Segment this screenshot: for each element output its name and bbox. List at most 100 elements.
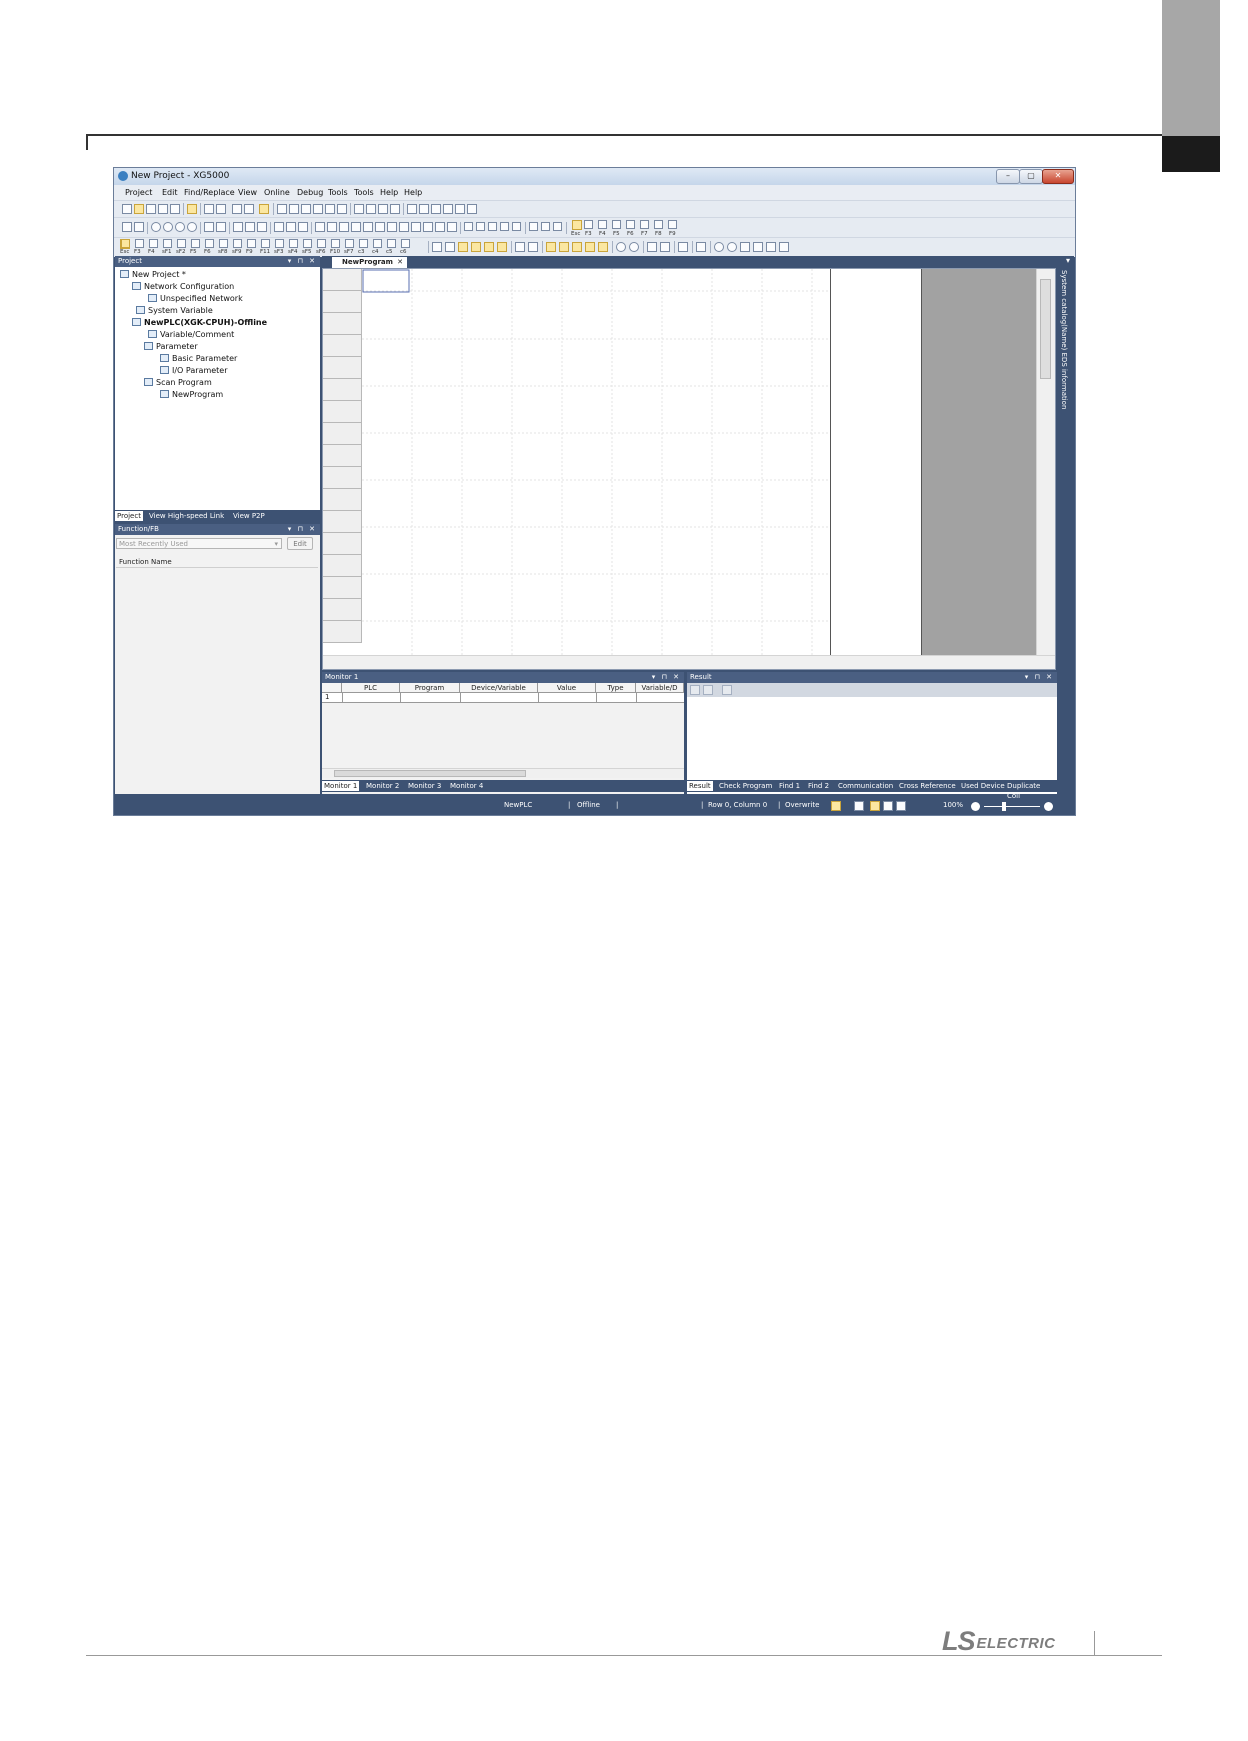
ladder-element-icon[interactable] <box>121 239 130 248</box>
ladder-element-icon[interactable] <box>317 239 326 248</box>
network-tree-icon[interactable] <box>378 204 388 214</box>
online-edit-3-icon[interactable] <box>484 242 494 252</box>
unmark-icon[interactable] <box>660 242 670 252</box>
block-icon[interactable] <box>464 222 473 231</box>
ladder-element-icon[interactable] <box>247 239 256 248</box>
ladder-element-icon[interactable] <box>163 239 172 248</box>
ladder-element-icon[interactable] <box>261 239 270 248</box>
tree-item-unspecified-network[interactable]: Unspecified Network <box>148 294 243 303</box>
column-header[interactable]: Value <box>538 683 596 693</box>
horizontal-scrollbar[interactable] <box>323 655 1055 669</box>
target-icon[interactable] <box>714 242 724 252</box>
folder-icon[interactable] <box>187 204 197 214</box>
block-4-icon[interactable] <box>500 222 509 231</box>
menu-find-replace[interactable]: Find/Replace <box>184 188 235 197</box>
row-header-cell[interactable] <box>323 291 362 313</box>
panel-pin-close-icons[interactable]: ▾ ⊓ ✕ <box>288 256 317 267</box>
online-edit-icon[interactable] <box>458 242 468 252</box>
row-header-cell[interactable] <box>323 401 362 423</box>
network-tool-icon[interactable] <box>390 204 400 214</box>
window-2-icon[interactable] <box>528 242 538 252</box>
redo-icon[interactable] <box>289 204 299 214</box>
maximize-button[interactable]: ▢ <box>1019 169 1043 184</box>
menu-view[interactable]: View <box>238 188 257 197</box>
menu-tools-2[interactable]: Tools <box>354 188 374 197</box>
row-header-cell[interactable] <box>323 335 362 357</box>
select-mode-icon[interactable] <box>572 220 582 230</box>
contact-no-icon[interactable] <box>584 220 593 229</box>
row-header-cell[interactable] <box>323 357 362 379</box>
ladder-element-icon[interactable] <box>233 239 242 248</box>
menu-help[interactable]: Help <box>380 188 398 197</box>
view-device-icon[interactable] <box>339 222 349 232</box>
zoom-slider-track[interactable] <box>984 806 1040 807</box>
tab-cross-reference[interactable]: Cross Reference <box>897 781 958 791</box>
tree-item-scan-program[interactable]: Scan Program <box>144 378 212 387</box>
find-next-icon[interactable] <box>419 204 429 214</box>
row-header-cell[interactable] <box>323 511 362 533</box>
undo-icon[interactable] <box>277 204 287 214</box>
copy-icon[interactable] <box>313 204 323 214</box>
ladder-element-icon[interactable] <box>135 239 144 248</box>
tab-monitor-4[interactable]: Monitor 4 <box>448 781 485 791</box>
error-check-icon[interactable] <box>696 242 706 252</box>
tree-item-project[interactable]: New Project * <box>120 270 186 279</box>
ladder-element-icon[interactable] <box>387 239 396 248</box>
block-2-icon[interactable] <box>476 222 485 231</box>
ladder-element-icon[interactable] <box>373 239 382 248</box>
mode-5-icon[interactable] <box>598 242 608 252</box>
view-memo-icon[interactable] <box>375 222 385 232</box>
goto-icon[interactable] <box>467 204 477 214</box>
bracket-3-icon[interactable] <box>553 222 562 231</box>
ladder-element-icon[interactable] <box>191 239 200 248</box>
ladder-element-icon[interactable] <box>177 239 186 248</box>
row-header-cell[interactable] <box>323 379 362 401</box>
ladder-element-icon[interactable] <box>205 239 214 248</box>
write-plc-icon[interactable] <box>216 222 226 232</box>
tab-check-program[interactable]: Check Program <box>717 781 774 791</box>
monitor-icon[interactable] <box>232 204 242 214</box>
tab-monitor-2[interactable]: Monitor 2 <box>364 781 401 791</box>
row-header-cell[interactable] <box>323 621 362 643</box>
replace-icon[interactable] <box>431 204 441 214</box>
tree-item-io-parameter[interactable]: I/O Parameter <box>160 366 228 375</box>
print-setup-icon[interactable] <box>216 204 226 214</box>
run-icon[interactable] <box>151 222 161 232</box>
online-edit-2-icon[interactable] <box>471 242 481 252</box>
stop-icon[interactable] <box>163 222 173 232</box>
minimize-button[interactable]: – <box>996 169 1020 184</box>
new-file-icon[interactable] <box>122 204 132 214</box>
house-icon[interactable] <box>740 242 750 252</box>
view-table-icon[interactable] <box>435 222 445 232</box>
view-print-icon[interactable] <box>447 222 457 232</box>
ladder-element-icon[interactable] <box>331 239 340 248</box>
mark-icon[interactable] <box>647 242 657 252</box>
reverse-coil-icon[interactable] <box>654 220 663 229</box>
window-icon[interactable] <box>515 242 525 252</box>
status-view-4-icon[interactable] <box>896 801 906 811</box>
tree-item-basic-parameter[interactable]: Basic Parameter <box>160 354 237 363</box>
column-header[interactable]: PLC <box>342 683 400 693</box>
zoom-slider-thumb[interactable] <box>1002 802 1006 811</box>
find-variable-icon[interactable] <box>455 204 465 214</box>
view-ladder-icon[interactable] <box>315 222 325 232</box>
variable-icon[interactable] <box>286 222 296 232</box>
row-header-cell[interactable] <box>323 269 362 291</box>
mode-icon[interactable] <box>546 242 556 252</box>
compile-icon[interactable] <box>678 242 688 252</box>
result-copy-icon[interactable] <box>690 685 700 695</box>
function-filter-dropdown[interactable]: Most Recently Used ▾ <box>116 538 282 549</box>
paste-icon[interactable] <box>325 204 335 214</box>
status-view-2-icon[interactable] <box>870 801 880 811</box>
menu-tools[interactable]: Tools <box>328 188 348 197</box>
view-il-icon[interactable] <box>327 222 337 232</box>
read-plc-icon[interactable] <box>204 222 214 232</box>
view-label-icon[interactable] <box>363 222 373 232</box>
view-chart-icon[interactable] <box>423 222 433 232</box>
line-edit-icon[interactable] <box>432 242 442 252</box>
open-project-icon[interactable] <box>146 204 156 214</box>
tab-list-chevron-icon[interactable]: ▾ <box>1066 256 1070 265</box>
grid-icon[interactable] <box>122 222 132 232</box>
column-header[interactable]: Program <box>400 683 460 693</box>
house-2-icon[interactable] <box>753 242 763 252</box>
